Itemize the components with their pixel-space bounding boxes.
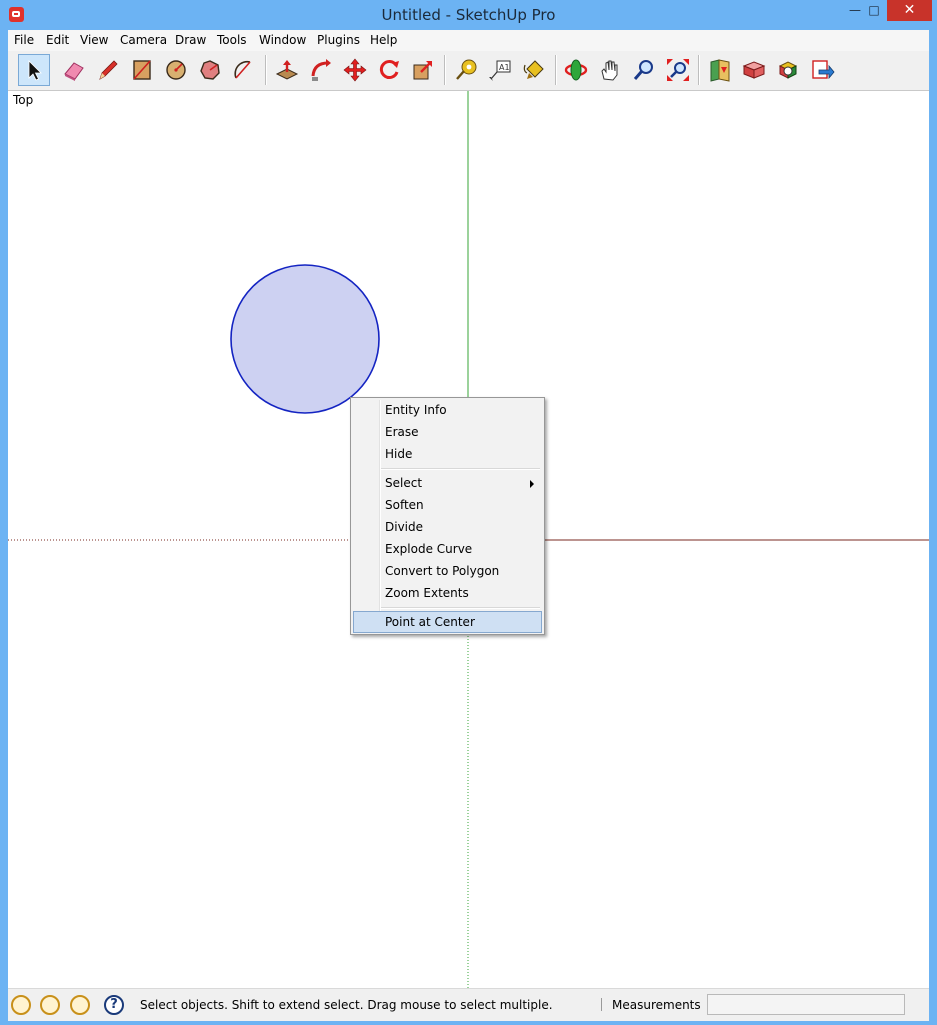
svg-text:A1: A1 bbox=[499, 63, 510, 72]
maximize-button[interactable]: □ bbox=[862, 0, 886, 21]
context-menu-separator bbox=[381, 468, 540, 470]
menu-file[interactable]: File bbox=[14, 33, 34, 47]
ctx-point-at-center[interactable]: Point at Center bbox=[353, 611, 542, 633]
status-bar: ? Select objects. Shift to extend select… bbox=[8, 988, 929, 1021]
paint-bucket-tool-icon[interactable] bbox=[518, 54, 550, 86]
rectangle-tool-icon[interactable] bbox=[126, 54, 158, 86]
orbit-tool-icon[interactable] bbox=[560, 54, 592, 86]
window-title: Untitled - SketchUp Pro bbox=[381, 6, 556, 24]
export-icon[interactable] bbox=[806, 54, 838, 86]
menu-bar: File Edit View Camera Draw Tools Window … bbox=[8, 30, 929, 51]
help-icon[interactable]: ? bbox=[104, 995, 124, 1015]
status-message: Select objects. Shift to extend select. … bbox=[140, 998, 553, 1012]
get-models-icon[interactable] bbox=[704, 54, 736, 86]
context-menu: Entity Info Erase Hide Select Soften Div… bbox=[350, 397, 545, 635]
ctx-erase[interactable]: Erase bbox=[353, 421, 542, 443]
submenu-arrow-icon bbox=[530, 480, 534, 488]
measurements-field[interactable] bbox=[707, 994, 905, 1015]
tape-measure-tool-icon[interactable] bbox=[450, 54, 482, 86]
pencil-tool-icon[interactable] bbox=[92, 54, 124, 86]
main-toolbar: A1 bbox=[8, 51, 929, 91]
share-model-icon[interactable] bbox=[738, 54, 770, 86]
scale-tool-icon[interactable] bbox=[407, 54, 439, 86]
circle-tool-icon[interactable] bbox=[160, 54, 192, 86]
menu-view[interactable]: View bbox=[80, 33, 108, 47]
selected-circle[interactable] bbox=[230, 264, 380, 414]
geo-location-icon[interactable] bbox=[11, 995, 31, 1015]
menu-plugins[interactable]: Plugins bbox=[317, 33, 360, 47]
push-pull-tool-icon[interactable] bbox=[271, 54, 303, 86]
context-menu-separator bbox=[381, 607, 540, 609]
menu-help[interactable]: Help bbox=[370, 33, 397, 47]
ctx-convert-to-polygon[interactable]: Convert to Polygon bbox=[353, 560, 542, 582]
sketchup-window: Untitled - SketchUp Pro — □ ✕ File Edit … bbox=[0, 0, 937, 1025]
ctx-soften[interactable]: Soften bbox=[353, 494, 542, 516]
toolbar-separator bbox=[444, 55, 446, 85]
menu-draw[interactable]: Draw bbox=[175, 33, 206, 47]
arc-tool-icon[interactable] bbox=[228, 54, 260, 86]
eraser-tool-icon[interactable] bbox=[58, 54, 90, 86]
move-tool-icon[interactable] bbox=[339, 54, 371, 86]
credits-icon[interactable] bbox=[40, 995, 60, 1015]
toolbar-separator bbox=[698, 55, 700, 85]
close-button[interactable]: ✕ bbox=[887, 0, 932, 21]
text-tool-icon[interactable]: A1 bbox=[484, 54, 516, 86]
polygon-tool-icon[interactable] bbox=[194, 54, 226, 86]
ctx-zoom-extents[interactable]: Zoom Extents bbox=[353, 582, 542, 604]
ctx-explode-curve[interactable]: Explode Curve bbox=[353, 538, 542, 560]
ctx-select[interactable]: Select bbox=[353, 472, 542, 494]
rotate-tool-icon[interactable] bbox=[373, 54, 405, 86]
zoom-tool-icon[interactable] bbox=[628, 54, 660, 86]
measurements-label: Measurements bbox=[612, 998, 701, 1012]
zoom-extents-tool-icon[interactable] bbox=[662, 54, 694, 86]
user-account-icon[interactable] bbox=[70, 995, 90, 1015]
menu-edit[interactable]: Edit bbox=[46, 33, 69, 47]
title-bar[interactable]: Untitled - SketchUp Pro — □ ✕ bbox=[0, 0, 937, 30]
select-tool-icon[interactable] bbox=[18, 54, 50, 86]
pan-tool-icon[interactable] bbox=[594, 54, 626, 86]
menu-tools[interactable]: Tools bbox=[217, 33, 247, 47]
ctx-entity-info[interactable]: Entity Info bbox=[353, 399, 542, 421]
ctx-hide[interactable]: Hide bbox=[353, 443, 542, 465]
toolbar-separator bbox=[555, 55, 557, 85]
components-icon[interactable] bbox=[772, 54, 804, 86]
status-divider bbox=[601, 998, 602, 1011]
menu-camera[interactable]: Camera bbox=[120, 33, 167, 47]
toolbar-separator bbox=[265, 55, 267, 85]
follow-me-tool-icon[interactable] bbox=[305, 54, 337, 86]
menu-window[interactable]: Window bbox=[259, 33, 306, 47]
ctx-divide[interactable]: Divide bbox=[353, 516, 542, 538]
